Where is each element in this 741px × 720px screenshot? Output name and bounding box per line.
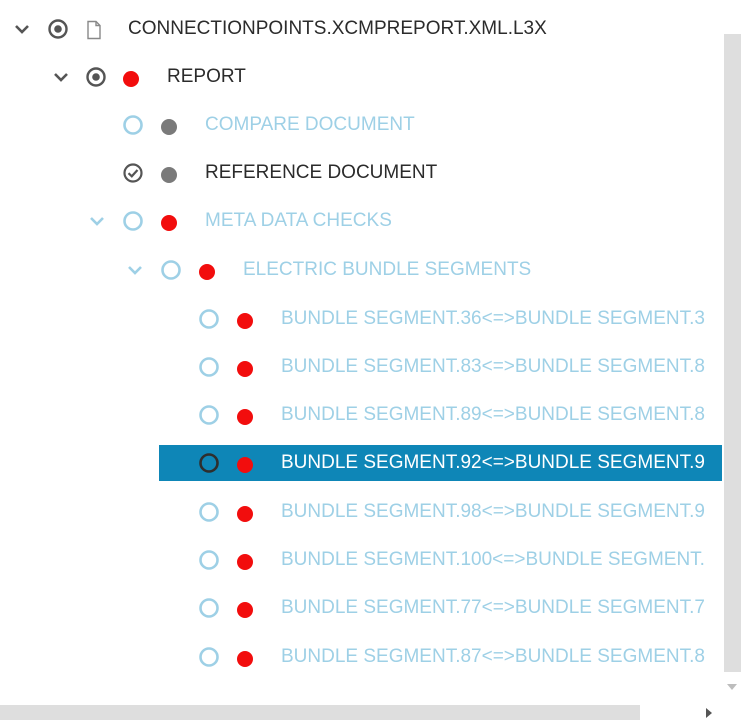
radio-selected-icon[interactable] xyxy=(85,66,107,88)
tree-row-root[interactable]: CONNECTIONPOINTS.XCMPREPORT.XML.L3X xyxy=(0,11,722,47)
scroll-down-arrow-icon[interactable] xyxy=(727,684,737,690)
radio-empty-icon[interactable] xyxy=(198,308,220,330)
chevron-down-icon[interactable] xyxy=(52,68,70,86)
radio-empty-icon[interactable] xyxy=(198,404,220,426)
report-tree: CONNECTIONPOINTS.XCMPREPORT.XML.L3X REPO… xyxy=(0,0,722,703)
status-red-dot xyxy=(237,409,253,425)
tree-label-report: REPORT xyxy=(167,66,246,87)
scrollbar-corner xyxy=(722,703,741,720)
horizontal-scrollbar-thumb[interactable] xyxy=(0,705,640,720)
tree-label-meta-data-checks: META DATA CHECKS xyxy=(205,210,392,231)
radio-empty-icon[interactable] xyxy=(198,597,220,619)
status-red-dot xyxy=(237,457,253,473)
radio-empty-icon[interactable] xyxy=(198,452,220,474)
scroll-right-arrow-icon[interactable] xyxy=(706,708,712,718)
tree-row-segment[interactable]: BUNDLE SEGMENT.87<=>BUNDLE SEGMENT.8 xyxy=(0,639,722,675)
tree-row-segment[interactable]: BUNDLE SEGMENT.36<=>BUNDLE SEGMENT.3 xyxy=(0,301,722,337)
tree-row-segment-selected[interactable]: BUNDLE SEGMENT.92<=>BUNDLE SEGMENT.9 xyxy=(0,445,722,481)
status-red-dot xyxy=(161,215,177,231)
status-gray-dot xyxy=(161,119,177,135)
tree-row-meta-data-checks[interactable]: META DATA CHECKS xyxy=(0,203,722,239)
radio-empty-icon[interactable] xyxy=(198,646,220,668)
tree-row-segment[interactable]: BUNDLE SEGMENT.100<=>BUNDLE SEGMENT. xyxy=(0,542,722,578)
status-red-dot xyxy=(237,651,253,667)
tree-label-reference-document: REFERENCE DOCUMENT xyxy=(205,162,438,183)
tree-label-segment: BUNDLE SEGMENT.36<=>BUNDLE SEGMENT.3 xyxy=(281,308,705,329)
document-icon xyxy=(87,20,101,40)
status-red-dot xyxy=(237,602,253,618)
tree-row-segment[interactable]: BUNDLE SEGMENT.98<=>BUNDLE SEGMENT.9 xyxy=(0,494,722,530)
tree-label-electric-bundle-segments: ELECTRIC BUNDLE SEGMENTS xyxy=(243,259,532,280)
radio-empty-icon[interactable] xyxy=(160,259,182,281)
chevron-down-icon[interactable] xyxy=(13,20,31,38)
tree-label-segment: BUNDLE SEGMENT.100<=>BUNDLE SEGMENT. xyxy=(281,549,705,570)
status-red-dot xyxy=(123,71,139,87)
vertical-scrollbar-thumb[interactable] xyxy=(724,34,741,672)
radio-empty-icon[interactable] xyxy=(122,210,144,232)
radio-empty-icon[interactable] xyxy=(198,549,220,571)
tree-row-reference-document[interactable]: REFERENCE DOCUMENT xyxy=(0,155,722,191)
tree-row-compare-document[interactable]: COMPARE DOCUMENT xyxy=(0,107,722,143)
chevron-down-icon[interactable] xyxy=(126,261,144,279)
status-red-dot xyxy=(237,313,253,329)
radio-empty-icon[interactable] xyxy=(198,501,220,523)
radio-empty-icon[interactable] xyxy=(122,114,144,136)
tree-row-segment[interactable]: BUNDLE SEGMENT.83<=>BUNDLE SEGMENT.8 xyxy=(0,349,722,385)
tree-label-segment: BUNDLE SEGMENT.83<=>BUNDLE SEGMENT.8 xyxy=(281,356,705,377)
status-red-dot xyxy=(199,264,215,280)
tree-row-segment[interactable]: BUNDLE SEGMENT.77<=>BUNDLE SEGMENT.7 xyxy=(0,590,722,626)
tree-label-segment: BUNDLE SEGMENT.87<=>BUNDLE SEGMENT.8 xyxy=(281,646,705,667)
status-gray-dot xyxy=(161,167,177,183)
tree-row-segment[interactable]: BUNDLE SEGMENT.89<=>BUNDLE SEGMENT.8 xyxy=(0,397,722,433)
vertical-scrollbar[interactable] xyxy=(722,0,741,703)
status-red-dot xyxy=(237,554,253,570)
tree-label-compare-document: COMPARE DOCUMENT xyxy=(205,114,415,135)
tree-label-segment: BUNDLE SEGMENT.98<=>BUNDLE SEGMENT.9 xyxy=(281,501,705,522)
radio-empty-icon[interactable] xyxy=(198,356,220,378)
tree-label-root: CONNECTIONPOINTS.XCMPREPORT.XML.L3X xyxy=(128,18,547,39)
horizontal-scrollbar[interactable] xyxy=(0,703,722,720)
status-red-dot xyxy=(237,506,253,522)
tree-row-electric-bundle-segments[interactable]: ELECTRIC BUNDLE SEGMENTS xyxy=(0,252,722,288)
radio-selected-icon[interactable] xyxy=(47,18,69,40)
chevron-down-icon[interactable] xyxy=(88,212,106,230)
check-circle-icon[interactable] xyxy=(122,162,144,184)
tree-row-report[interactable]: REPORT xyxy=(0,59,722,95)
tree-label-segment: BUNDLE SEGMENT.92<=>BUNDLE SEGMENT.9 xyxy=(281,452,705,473)
tree-label-segment: BUNDLE SEGMENT.89<=>BUNDLE SEGMENT.8 xyxy=(281,404,705,425)
tree-label-segment: BUNDLE SEGMENT.77<=>BUNDLE SEGMENT.7 xyxy=(281,597,705,618)
status-red-dot xyxy=(237,361,253,377)
